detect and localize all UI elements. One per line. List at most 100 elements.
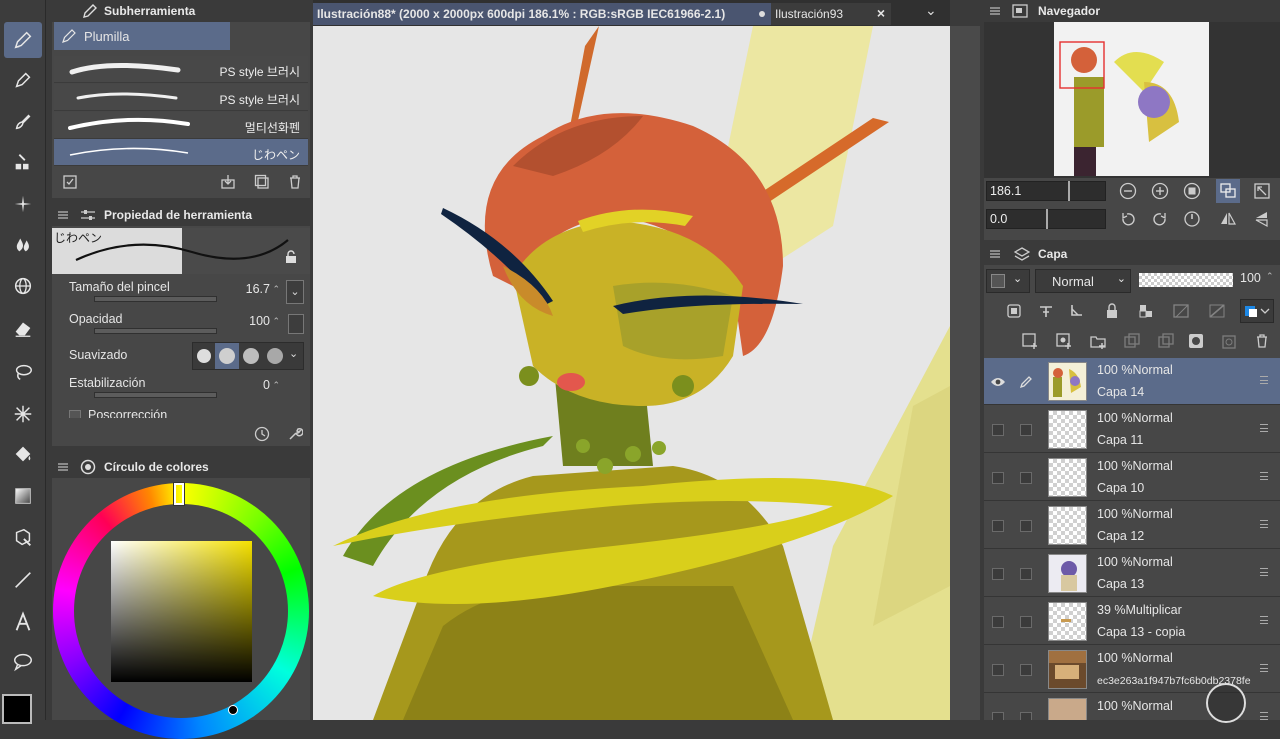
post-correction-row[interactable]: Poscorrección — [52, 404, 310, 418]
merge-layer-icon[interactable] — [1154, 329, 1178, 353]
visibility-checkbox[interactable] — [984, 694, 1012, 720]
zoom-input[interactable]: 186.1 — [986, 181, 1106, 201]
smoothing-option-mid[interactable] — [243, 348, 259, 364]
layer-menu-icon[interactable] — [1260, 712, 1268, 720]
post-correction-checkbox[interactable] — [69, 410, 81, 418]
layer-name[interactable]: Capa 10 — [1097, 481, 1144, 495]
edit-checkbox[interactable] — [1012, 550, 1040, 597]
import-subtool-icon[interactable] — [216, 170, 240, 194]
line-tool-icon[interactable] — [4, 562, 42, 598]
opacity-slider[interactable] — [94, 328, 217, 334]
layer-name[interactable]: Capa 12 — [1097, 529, 1144, 543]
layer-menu-icon[interactable] — [1260, 664, 1268, 672]
saturation-value-square[interactable] — [111, 541, 252, 682]
pressure-settings-icon[interactable]: ⌄ — [286, 280, 304, 304]
edit-checkbox[interactable] — [1012, 406, 1040, 453]
edit-checkbox[interactable] — [1012, 646, 1040, 693]
color-wheel[interactable] — [52, 482, 310, 739]
zoom-in-icon[interactable] — [1148, 179, 1172, 203]
smoothing-option-high[interactable] — [267, 348, 283, 364]
transfer-lower-icon[interactable] — [1120, 329, 1144, 353]
create-mask-icon[interactable] — [1184, 329, 1208, 353]
color-selector-handle[interactable] — [228, 705, 238, 715]
mask-enable-icon[interactable] — [1170, 299, 1194, 323]
opacity-pressure-icon[interactable] — [288, 314, 304, 334]
blend-mode-select[interactable]: Normal ⌄ — [1035, 269, 1131, 293]
new-folder-icon[interactable] — [1086, 329, 1110, 353]
layer-color-mode-icon[interactable] — [1240, 299, 1274, 323]
brush-size-value[interactable]: 16.7 — [246, 282, 270, 296]
object-tool-icon[interactable] — [4, 520, 42, 556]
layer-name[interactable]: Capa 11 — [1097, 433, 1143, 447]
edit-checkbox[interactable] — [1012, 598, 1040, 645]
spin-arrows-icon[interactable]: ⌃ — [272, 380, 280, 391]
duplicate-subtool-icon[interactable] — [250, 170, 274, 194]
layer-name[interactable]: Capa 13 - copia — [1097, 625, 1185, 639]
flip-vertical-icon[interactable] — [1250, 207, 1274, 231]
reset-rotation-icon[interactable] — [1180, 207, 1204, 231]
layer-menu-icon[interactable] — [1260, 520, 1268, 528]
ruler-range-icon[interactable] — [1206, 299, 1230, 323]
layer-menu-icon[interactable] — [1260, 616, 1268, 624]
lock-layer-icon[interactable] — [1100, 299, 1124, 323]
brush-tool-icon[interactable] — [4, 104, 42, 140]
brush-item-selected[interactable]: じわペン — [54, 139, 308, 166]
stabilization-row[interactable]: Estabilización 0 ⌃ — [52, 372, 310, 404]
layer-item[interactable]: 100 %Normal Capa 14 — [984, 358, 1280, 405]
rotate-right-icon[interactable] — [1148, 207, 1172, 231]
layer-menu-icon[interactable] — [1260, 376, 1268, 384]
layer-name[interactable]: Capa 14 — [1097, 385, 1144, 399]
brush-item[interactable]: PS style 브러시 — [54, 56, 308, 83]
panel-grip-icon[interactable] — [58, 211, 68, 219]
delete-layer-icon[interactable] — [1250, 329, 1274, 353]
flip-horizontal-icon[interactable] — [1216, 207, 1240, 231]
lasso-tool-icon[interactable] — [4, 354, 42, 390]
stabilization-slider[interactable] — [94, 392, 217, 398]
brush-item[interactable]: 멀티선화펜 — [54, 112, 308, 139]
spin-arrows-icon[interactable]: ⌃ — [272, 316, 280, 327]
brush-size-row[interactable]: Tamaño del pincel 16.7 ⌃ ⌄ — [52, 276, 310, 308]
lock-icon[interactable] — [285, 250, 297, 264]
reference-layer-icon[interactable] — [1002, 299, 1026, 323]
wrench-icon[interactable] — [283, 422, 307, 446]
fill-tool-icon[interactable] — [4, 436, 42, 472]
smoothing-option-low[interactable] — [219, 348, 235, 364]
new-raster-layer-icon[interactable] — [1018, 329, 1042, 353]
layer-menu-icon[interactable] — [1260, 472, 1268, 480]
actual-size-icon[interactable] — [1180, 179, 1204, 203]
layer-color-button[interactable]: ⌄ — [986, 269, 1030, 293]
pen-edit-icon[interactable] — [1012, 358, 1040, 405]
panel-grip-icon[interactable] — [58, 463, 68, 471]
panel-grip-icon[interactable] — [990, 250, 1000, 258]
brush-item[interactable]: PS style 브러시 — [54, 84, 308, 111]
tab-ilustracion93[interactable]: Ilustración93 × — [771, 3, 891, 25]
balloon-tool-icon[interactable] — [4, 644, 42, 680]
zoom-slider-handle[interactable] — [1068, 181, 1070, 201]
layer-item[interactable]: 100 %Normal Capa 12 — [984, 502, 1280, 549]
eraser-tool-icon[interactable] — [4, 310, 42, 346]
quick-access-button[interactable] — [1206, 683, 1246, 723]
panel-grip-icon[interactable] — [990, 7, 1000, 15]
fit-navigator-icon[interactable] — [1250, 179, 1274, 203]
layer-opacity-slider[interactable] — [1139, 273, 1233, 287]
delete-subtool-icon[interactable] — [283, 170, 307, 194]
apply-mask-icon[interactable] — [1218, 329, 1242, 353]
auto-select-tool-icon[interactable] — [4, 396, 42, 432]
edit-checkbox[interactable] — [1012, 502, 1040, 549]
chevron-down-icon[interactable]: ⌄ — [289, 347, 298, 360]
visibility-checkbox[interactable] — [984, 550, 1012, 597]
layer-item[interactable]: 100 %Normal Capa 10 — [984, 454, 1280, 501]
zoom-out-icon[interactable] — [1116, 179, 1140, 203]
stabilization-value[interactable]: 0 — [263, 378, 270, 392]
subtool-settings-icon[interactable] — [58, 170, 82, 194]
clip-lower-layer-icon[interactable] — [1064, 299, 1088, 323]
text-tool-icon[interactable] — [4, 604, 42, 640]
spin-arrows-icon[interactable]: ⌃ — [1266, 271, 1274, 282]
rotate-left-icon[interactable] — [1116, 207, 1140, 231]
chevron-down-icon[interactable]: ⌄ — [925, 2, 937, 19]
pen-tool-icon[interactable] — [4, 22, 42, 58]
smoothing-row[interactable]: Suavizado ⌄ — [52, 340, 310, 372]
spin-arrows-icon[interactable]: ⌃ — [272, 284, 280, 295]
layer-item[interactable]: 100 %Normal Capa 13 — [984, 550, 1280, 597]
clock-icon[interactable] — [250, 422, 274, 446]
